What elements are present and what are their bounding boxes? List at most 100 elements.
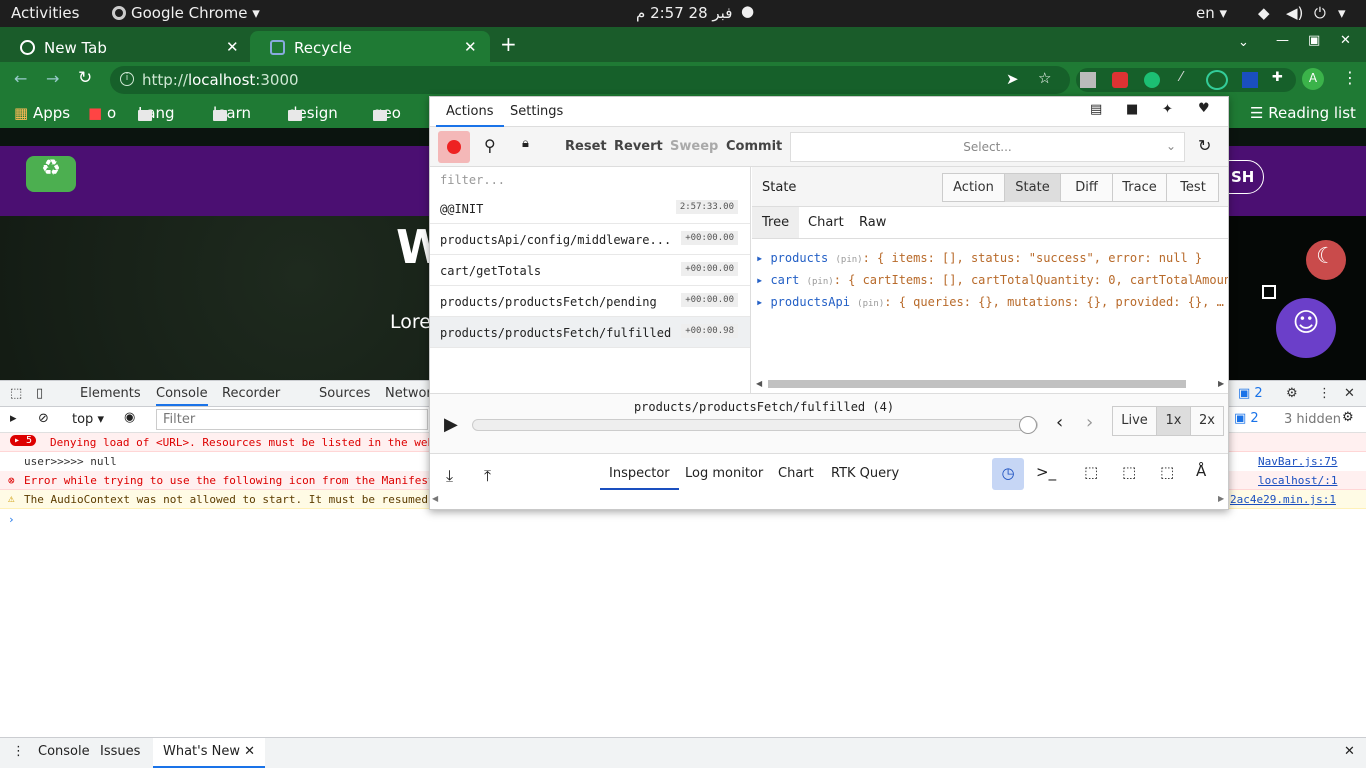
twitter-icon[interactable]: ✦ xyxy=(1162,102,1173,117)
monitor-tab-log-monitor[interactable]: Log monitor xyxy=(685,466,763,481)
close-tab-icon[interactable]: ✕ xyxy=(226,38,239,56)
drawer-tab-console[interactable]: Console xyxy=(38,744,90,759)
bookmark-apps[interactable]: ▦ Apps xyxy=(14,104,70,122)
recycle-truck-logo[interactable]: ♻ xyxy=(26,156,76,192)
close-devtools-icon[interactable]: ✕ xyxy=(1344,386,1355,401)
monitor-tab-rtk-query[interactable]: RTK Query xyxy=(831,466,899,481)
app-menu[interactable]: Google Chrome ▾ xyxy=(112,4,260,22)
tab-settings[interactable]: Settings xyxy=(510,104,563,119)
extension-icon[interactable] xyxy=(1080,72,1096,88)
tab-recycle[interactable]: Recycle ✕ xyxy=(250,31,490,62)
inspect-element-icon[interactable]: ⬚ xyxy=(10,386,22,401)
clock[interactable]: فبر 28 2:57 م xyxy=(636,4,732,22)
scroll-left-icon[interactable]: ◀ xyxy=(756,379,762,388)
horizontal-scrollbar[interactable]: ◀ ▶ xyxy=(756,379,1226,389)
extension-icon[interactable] xyxy=(1242,72,1258,88)
drawer-tab-whats-new[interactable]: What's New ✕ xyxy=(153,738,266,768)
view-tab-test[interactable]: Test xyxy=(1167,174,1219,202)
drawer-menu-icon[interactable]: ⋮ xyxy=(12,744,25,759)
monitor-tab-inspector[interactable]: Inspector xyxy=(600,466,679,490)
action-row[interactable]: @@INIT 2:57:33.00 xyxy=(430,193,750,224)
source-link[interactable]: NavBar.js:75 xyxy=(1258,455,1337,468)
instance-select[interactable]: Select... ⌄ xyxy=(790,132,1185,162)
extension-icon[interactable] xyxy=(1112,72,1128,88)
bookmark-folder-lang[interactable]: Lang xyxy=(138,104,175,122)
terminal-icon[interactable]: >_ xyxy=(1036,463,1056,481)
sync-icon[interactable]: ↻ xyxy=(1198,136,1211,155)
close-tab-icon[interactable]: ✕ xyxy=(244,744,255,759)
minimize-icon[interactable]: — xyxy=(1276,33,1289,48)
devtools-tab-recorder[interactable]: Recorder xyxy=(222,386,280,401)
grammarly-icon[interactable] xyxy=(1144,72,1160,88)
volume-icon[interactable]: ◀) xyxy=(1286,4,1303,22)
bookmark-star-icon[interactable]: ☆ xyxy=(1038,69,1051,87)
docs-book-icon[interactable]: ▤ xyxy=(1090,102,1102,117)
sub-tab-tree[interactable]: Tree xyxy=(752,207,800,238)
console-settings-icon[interactable]: ⚙ xyxy=(1342,410,1354,425)
dark-mode-icon[interactable]: ☾ xyxy=(1306,240,1346,280)
sub-tab-raw[interactable]: Raw xyxy=(859,215,886,230)
tab-search-icon[interactable]: ⌄ xyxy=(1238,35,1249,50)
sub-tab-chart[interactable]: Chart xyxy=(808,215,844,230)
scroll-right-icon[interactable]: ▶ xyxy=(1218,379,1224,388)
export-icon[interactable]: ⤒ xyxy=(484,466,491,486)
action-row[interactable]: productsApi/config/middleware... +00:00.0… xyxy=(430,224,750,255)
dock-right-icon[interactable]: ⬚ xyxy=(1122,463,1136,481)
view-tab-action[interactable]: Action xyxy=(943,174,1005,202)
slider-handle[interactable] xyxy=(1019,416,1037,434)
console-filter-input[interactable]: Filter xyxy=(156,409,428,430)
more-kebab-icon[interactable]: ⋮ xyxy=(1318,386,1331,401)
pin-icon[interactable]: ⚲ xyxy=(484,136,496,155)
tree-row[interactable]: ▸ products (pin): { items: [], status: "… xyxy=(756,251,1228,265)
reading-list-button[interactable]: ☰ Reading list xyxy=(1250,104,1356,122)
action-row[interactable]: cart/getTotals +00:00.00 xyxy=(430,255,750,286)
redux-devtools-icon[interactable] xyxy=(1206,70,1228,90)
wifi-icon[interactable]: ◆ xyxy=(1258,4,1270,22)
dock-bottom-icon[interactable]: ⬚ xyxy=(1160,463,1174,481)
new-tab-button[interactable]: + xyxy=(500,32,517,56)
bookmark-folder-geo[interactable]: geo xyxy=(373,104,401,122)
reload-icon[interactable]: ↻ xyxy=(78,68,92,88)
clear-console-icon[interactable]: ⊘ xyxy=(38,411,49,426)
close-window-icon[interactable]: ✕ xyxy=(1340,33,1351,48)
scroll-left-icon[interactable]: ◀ xyxy=(432,494,438,503)
activities-button[interactable]: Activities xyxy=(11,4,79,22)
info-icon[interactable]: i xyxy=(120,72,134,86)
square-icon[interactable] xyxy=(1262,285,1276,299)
import-icon[interactable]: ⤓ xyxy=(446,466,453,486)
bookmark-folder-design[interactable]: design xyxy=(288,104,338,122)
view-tab-state[interactable]: State xyxy=(1005,174,1061,202)
devtools-tab-console[interactable]: Console xyxy=(156,386,208,406)
tree-row[interactable]: ▸ cart (pin): { cartItems: [], cartTotal… xyxy=(756,273,1228,287)
sidebar-toggle-icon[interactable]: ▸ xyxy=(10,411,17,426)
play-icon[interactable]: ▶ xyxy=(444,414,458,435)
eye-icon[interactable]: ◉ xyxy=(124,410,135,425)
close-drawer-icon[interactable]: ✕ xyxy=(1344,744,1355,759)
issues-badge[interactable]: ▣ 2 xyxy=(1238,386,1263,401)
devtools-tab-sources[interactable]: Sources xyxy=(319,386,370,401)
action-filter-input[interactable]: filter... xyxy=(440,173,505,187)
devtools-tab-elements[interactable]: Elements xyxy=(80,386,141,401)
tree-row[interactable]: ▸ productsApi (pin): { queries: {}, muta… xyxy=(756,295,1228,309)
speed-live[interactable]: Live xyxy=(1113,407,1157,435)
action-row-selected[interactable]: products/productsFetch/fulfilled +00:00.9… xyxy=(430,317,750,348)
picker-icon[interactable]: ⁄ xyxy=(1180,70,1182,85)
scroll-right-icon[interactable]: ▶ xyxy=(1218,494,1224,503)
send-icon[interactable]: ➤ xyxy=(1006,70,1019,88)
revert-button[interactable]: Revert xyxy=(614,139,663,154)
remote-antenna-icon[interactable]: Å xyxy=(1196,462,1206,480)
commit-button[interactable]: Commit xyxy=(726,139,782,154)
chevron-down-icon[interactable]: ▾ xyxy=(1338,4,1346,22)
drawer-tab-issues[interactable]: Issues xyxy=(100,744,140,759)
issues-badge[interactable]: ▣ 2 xyxy=(1234,411,1259,426)
source-link[interactable]: localhost/:1 xyxy=(1258,474,1337,487)
chat-bot-icon[interactable]: ☺ xyxy=(1276,298,1336,358)
puzzle-icon[interactable]: ✚ xyxy=(1272,70,1283,85)
view-tab-diff[interactable]: Diff xyxy=(1061,174,1113,202)
back-icon[interactable]: ← xyxy=(14,69,27,88)
timeline-slider[interactable] xyxy=(472,416,1038,434)
device-toggle-icon[interactable]: ▯ xyxy=(36,386,43,401)
dock-left-icon[interactable]: ⬚ xyxy=(1084,463,1098,481)
lock-icon[interactable]: 🔒︎ xyxy=(522,136,529,151)
forward-icon[interactable]: → xyxy=(46,69,59,88)
